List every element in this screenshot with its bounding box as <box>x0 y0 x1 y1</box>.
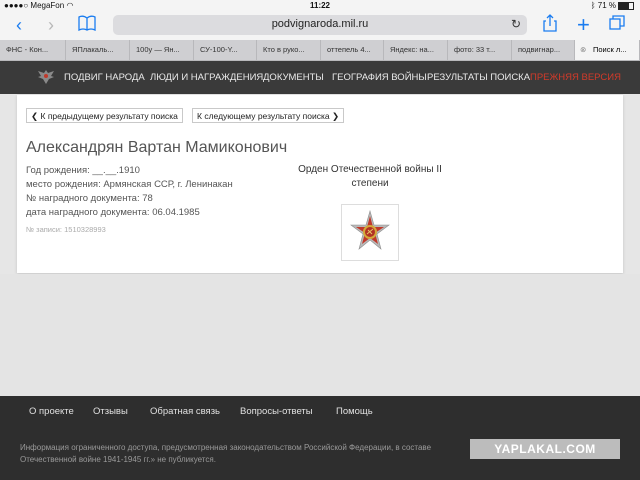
menu-item-people-awards[interactable]: ЛЮДИ И НАГРАЖДЕНИЯ <box>150 72 263 83</box>
footer-link-reviews[interactable]: Отзывы <box>93 406 128 417</box>
tab-item-active[interactable]: ⊗ Поиск л... <box>575 40 640 60</box>
award-doc-number: № наградного документа: 78 <box>26 193 153 204</box>
new-tab-icon[interactable]: + <box>577 14 590 36</box>
watermark: YAPLAKAL.COM <box>470 439 620 459</box>
battery-icon <box>618 1 634 10</box>
record-card: ❮ К предыдущему результату поиска К след… <box>17 95 623 273</box>
prev-result-button[interactable]: ❮ К предыдущему результату поиска <box>26 108 183 123</box>
chevron-right-icon: ❯ <box>331 111 340 121</box>
bookmarks-icon[interactable] <box>78 14 96 36</box>
birth-year: Год рождения: __.__.1910 <box>26 165 140 176</box>
menu-item-war-geography[interactable]: ГЕОГРАФИЯ ВОЙНЫ <box>332 72 427 83</box>
footer-link-feedback[interactable]: Обратная связь <box>150 406 220 417</box>
footer-link-about[interactable]: О проекте <box>29 406 74 417</box>
page-background <box>0 274 640 396</box>
bluetooth-icon: ᛒ <box>590 1 596 10</box>
close-tab-icon[interactable]: ⊗ <box>580 40 586 60</box>
clock: 11:22 <box>309 1 331 10</box>
tab-item[interactable]: подвигнар... <box>512 40 575 60</box>
tab-strip: ФНС - Кон... ЯПлакаль... 100у — Ян... СУ… <box>0 40 640 61</box>
address-bar[interactable]: podvignaroda.mil.ru ↻ <box>113 15 527 35</box>
tab-item[interactable]: Кто в руко... <box>257 40 321 60</box>
record-number: № записи: 1510328993 <box>26 225 106 234</box>
tab-item[interactable]: фото: 33 т... <box>448 40 512 60</box>
tab-item[interactable]: ФНС - Кон... <box>0 40 66 60</box>
site-header: ПОДВИГ НАРОДА ЛЮДИ И НАГРАЖДЕНИЯ ДОКУМЕН… <box>0 61 640 94</box>
menu-item-search-results[interactable]: РЕЗУЛЬТАТЫ ПОИСКА <box>427 72 530 83</box>
url-text: podvignaroda.mil.ru <box>271 18 369 30</box>
forward-icon[interactable]: › <box>48 14 54 36</box>
tab-item[interactable]: Яндекс: на... <box>384 40 448 60</box>
tab-item[interactable]: СУ-100-Y... <box>194 40 257 60</box>
status-bar: ●●●●○ MegaFon ◠ 11:22 ᛒ 71 % <box>0 0 640 12</box>
order-medal-image[interactable] <box>341 204 399 261</box>
tab-item[interactable]: оттепель 4... <box>321 40 384 60</box>
person-name: Александрян Вартан Мамиконович <box>26 139 288 156</box>
order-star-icon <box>350 209 390 250</box>
tabs-icon[interactable] <box>609 14 625 36</box>
menu-item-podvig-naroda[interactable]: ПОДВИГ НАРОДА <box>64 72 145 83</box>
browser-toolbar: ‹ › podvignaroda.mil.ru ↻ + <box>0 12 640 40</box>
site-footer: О проекте Отзывы Обратная связь Вопросы-… <box>0 396 640 480</box>
birth-place: место рождения: Армянская ССР, г. Ленина… <box>26 179 233 190</box>
award-title: Орден Отечественной войны II степени <box>298 164 442 189</box>
reload-icon[interactable]: ↻ <box>511 17 521 31</box>
award-doc-date: дата наградного документа: 06.04.1985 <box>26 207 200 218</box>
menu-item-documents[interactable]: ДОКУМЕНТЫ <box>263 72 324 83</box>
next-result-button[interactable]: К следующему результату поиска ❯ <box>192 108 345 123</box>
tab-label: Поиск л... <box>593 45 627 54</box>
back-icon[interactable]: ‹ <box>16 14 22 36</box>
footer-link-help[interactable]: Помощь <box>336 406 373 417</box>
eagle-emblem-icon <box>38 70 54 84</box>
tab-item[interactable]: ЯПлакаль... <box>66 40 130 60</box>
share-icon[interactable] <box>543 14 557 37</box>
tab-item[interactable]: 100у — Ян... <box>130 40 194 60</box>
footer-link-faq[interactable]: Вопросы-ответы <box>240 406 313 417</box>
menu-item-old-version[interactable]: ПРЕЖНЯЯ ВЕРСИЯ <box>530 72 621 83</box>
chevron-left-icon: ❮ <box>31 111 39 121</box>
battery-percent: 71 % <box>597 1 616 10</box>
